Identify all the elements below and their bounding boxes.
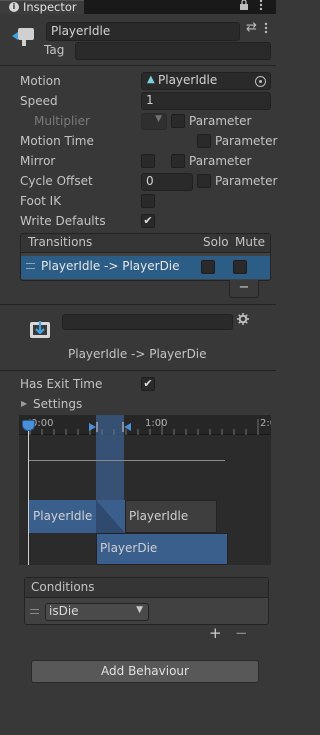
- tag-field[interactable]: [75, 42, 271, 60]
- mirror-checkbox[interactable]: [141, 154, 155, 168]
- motion-time-label: Motion Time: [20, 134, 94, 148]
- multiplier-label: Multiplier: [34, 114, 90, 128]
- transition-start-marker-icon[interactable]: [88, 421, 98, 435]
- transition-name-field[interactable]: [62, 314, 233, 330]
- condition-parameter-dropdown[interactable]: isDie ▼: [45, 603, 149, 621]
- transition-timeline[interactable]: 0:00 1:00 2:0 PlayerIdle PlayerIdle Play…: [19, 415, 271, 565]
- cycle-offset-parameter-label: Parameter: [215, 174, 278, 188]
- header-settings-icon[interactable]: ⇄: [246, 20, 257, 35]
- transition-solo-checkbox[interactable]: [201, 260, 215, 274]
- settings-foldout-label[interactable]: Settings: [33, 397, 82, 411]
- mute-header-label: Mute: [235, 235, 266, 249]
- cycle-offset-label: Cycle Offset: [20, 174, 93, 188]
- header-separator: [0, 65, 276, 66]
- has-exit-time-checkbox[interactable]: ✔: [141, 377, 155, 391]
- motion-time-parameter-label: Parameter: [215, 134, 278, 148]
- speed-label: Speed: [20, 94, 58, 108]
- tab-inspector[interactable]: i Inspector: [0, 0, 84, 14]
- playhead-marker-icon[interactable]: [22, 420, 35, 431]
- kebab-menu-icon[interactable]: [259, 0, 263, 14]
- header-menu-icon[interactable]: [264, 22, 268, 37]
- info-icon: i: [9, 2, 19, 12]
- chevron-down-icon: ▼: [136, 605, 143, 615]
- add-behaviour-button[interactable]: Add Behaviour: [31, 660, 259, 683]
- remove-condition-button[interactable]: −: [235, 624, 248, 642]
- chevron-down-icon: ▼: [155, 114, 162, 124]
- multiplier-dropdown[interactable]: ▼: [141, 113, 167, 130]
- transition-icon: [28, 318, 52, 340]
- state-icon: [10, 26, 36, 48]
- tag-label: Tag: [44, 43, 65, 57]
- source-clip-fade: [96, 500, 126, 536]
- multiplier-parameter-checkbox[interactable]: [171, 114, 185, 128]
- transition-title: PlayerIdle -> PlayerDie: [68, 347, 207, 361]
- transition-mute-checkbox[interactable]: [233, 260, 247, 274]
- transition-header-separator: [0, 370, 276, 371]
- transition-end-marker-icon[interactable]: [122, 421, 132, 435]
- conditions-list: Conditions isDie ▼: [24, 577, 269, 625]
- cycle-offset-field[interactable]: 0: [141, 173, 193, 191]
- speed-field[interactable]: 1: [141, 92, 271, 110]
- motion-label: Motion: [20, 74, 61, 88]
- playhead-line: [28, 431, 29, 565]
- transition-list-item[interactable]: PlayerIdle -> PlayerDie: [21, 256, 270, 279]
- exit-time-curve: [29, 460, 225, 461]
- remove-transition-button[interactable]: −: [229, 280, 259, 298]
- target-clip-label: PlayerDie: [100, 541, 158, 555]
- state-name-field[interactable]: PlayerIdle: [46, 22, 240, 41]
- mirror-parameter-label: Parameter: [189, 154, 252, 168]
- lock-icon[interactable]: [239, 0, 249, 14]
- animation-clip-icon: ▲: [147, 74, 155, 85]
- has-exit-time-label: Has Exit Time: [20, 377, 103, 391]
- object-picker-icon[interactable]: [255, 76, 266, 87]
- gear-icon[interactable]: [237, 313, 249, 328]
- mirror-label: Mirror: [20, 154, 56, 168]
- cycle-offset-parameter-checkbox[interactable]: [197, 174, 211, 188]
- transitions-header-label: Transitions: [28, 235, 93, 249]
- conditions-header-label: Conditions: [31, 580, 95, 594]
- transition-separator: [0, 304, 276, 305]
- settings-foldout-arrow[interactable]: ▶: [21, 399, 27, 408]
- mirror-parameter-checkbox[interactable]: [171, 154, 185, 168]
- write-defaults-label: Write Defaults: [20, 214, 106, 228]
- drag-handle-icon[interactable]: [30, 609, 39, 614]
- source-clip-repeat-label: PlayerIdle: [129, 509, 189, 523]
- write-defaults-checkbox[interactable]: ✔: [141, 214, 155, 228]
- tab-title: Inspector: [23, 0, 77, 14]
- add-condition-button[interactable]: +: [209, 624, 222, 642]
- source-clip-label: PlayerIdle: [33, 509, 93, 523]
- multiplier-parameter-label: Parameter: [189, 114, 252, 128]
- foot-ik-checkbox[interactable]: [141, 194, 155, 208]
- motion-time-parameter-checkbox[interactable]: [197, 134, 211, 148]
- transitions-list: Transitions Solo Mute PlayerIdle -> Play…: [20, 233, 271, 281]
- motion-field[interactable]: ▲ PlayerIdle: [141, 72, 271, 90]
- drag-handle-icon[interactable]: [26, 263, 35, 269]
- solo-header-label: Solo: [203, 235, 229, 249]
- foot-ik-label: Foot IK: [20, 194, 62, 208]
- ruler-label-end: 2:0: [260, 418, 271, 429]
- ruler-label-mid: 1:00: [145, 418, 168, 429]
